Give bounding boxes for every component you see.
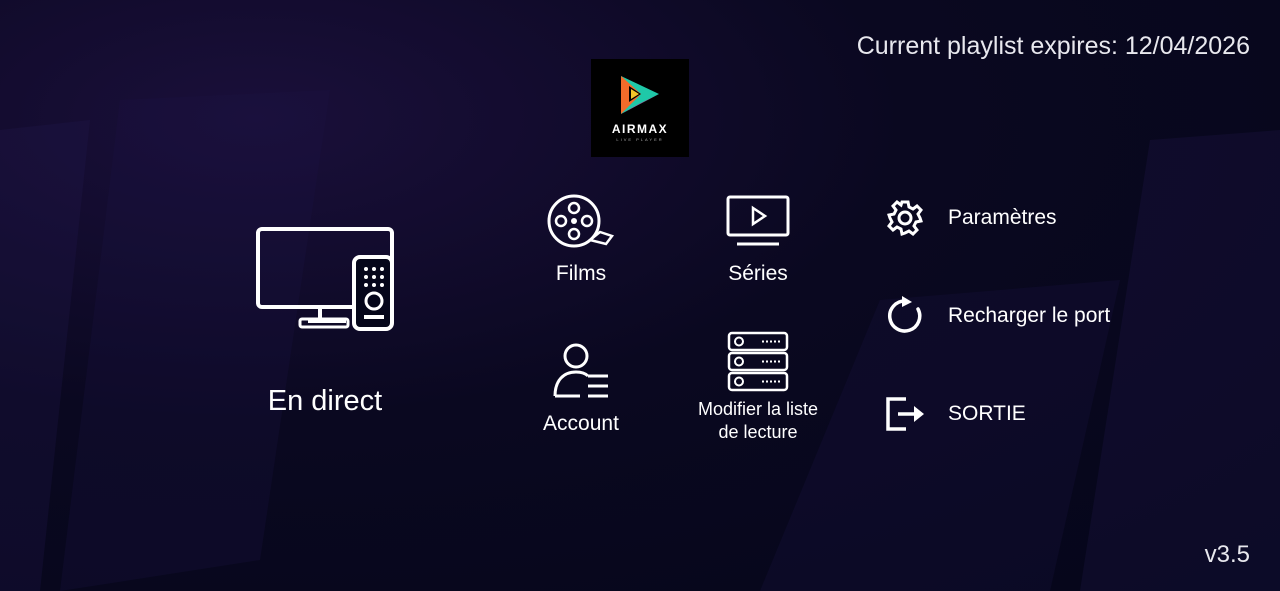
server-stack-icon — [727, 331, 789, 392]
tv-play-icon — [726, 195, 790, 246]
airmax-play-icon — [621, 76, 659, 114]
settings-label: Paramètres — [948, 206, 1057, 229]
app-version: v3.5 — [1204, 541, 1250, 568]
settings-button[interactable]: Paramètres — [884, 197, 1057, 239]
logo-name: AIRMAX — [611, 122, 669, 136]
edit-playlist-label-line1: Modifier la liste — [697, 399, 819, 419]
edit-playlist-label: Modifier la liste de lecture — [698, 398, 818, 444]
exit-icon — [886, 397, 924, 431]
exit-label: SORTIE — [948, 402, 1026, 425]
live-tv-tile[interactable]: En direct — [225, 225, 425, 418]
edit-playlist-label-line2: de lecture — [718, 422, 798, 442]
film-reel-icon — [547, 194, 615, 248]
account-label: Account — [543, 412, 619, 435]
user-list-icon — [553, 343, 608, 398]
exit-button[interactable]: SORTIE — [884, 393, 1026, 435]
account-tile[interactable]: Account — [520, 340, 642, 436]
reload-port-label: Recharger le port — [948, 304, 1111, 327]
reload-icon — [888, 296, 922, 333]
live-tv-label: En direct — [267, 385, 383, 417]
app-logo: AIRMAX LIVE PLAYER — [591, 59, 689, 157]
series-label: Séries — [728, 262, 788, 285]
tv-remote-icon — [256, 227, 394, 331]
series-tile[interactable]: Séries — [697, 192, 819, 286]
playlist-expiry-text: Current playlist expires: 12/04/2026 — [856, 32, 1250, 60]
logo-subtitle: LIVE PLAYER — [616, 137, 664, 142]
films-tile[interactable]: Films — [520, 192, 642, 286]
films-label: Films — [555, 262, 607, 285]
edit-playlist-tile[interactable]: Modifier la liste de lecture — [680, 330, 836, 444]
reload-port-button[interactable]: Recharger le port — [884, 295, 1110, 337]
gear-icon — [887, 200, 923, 236]
